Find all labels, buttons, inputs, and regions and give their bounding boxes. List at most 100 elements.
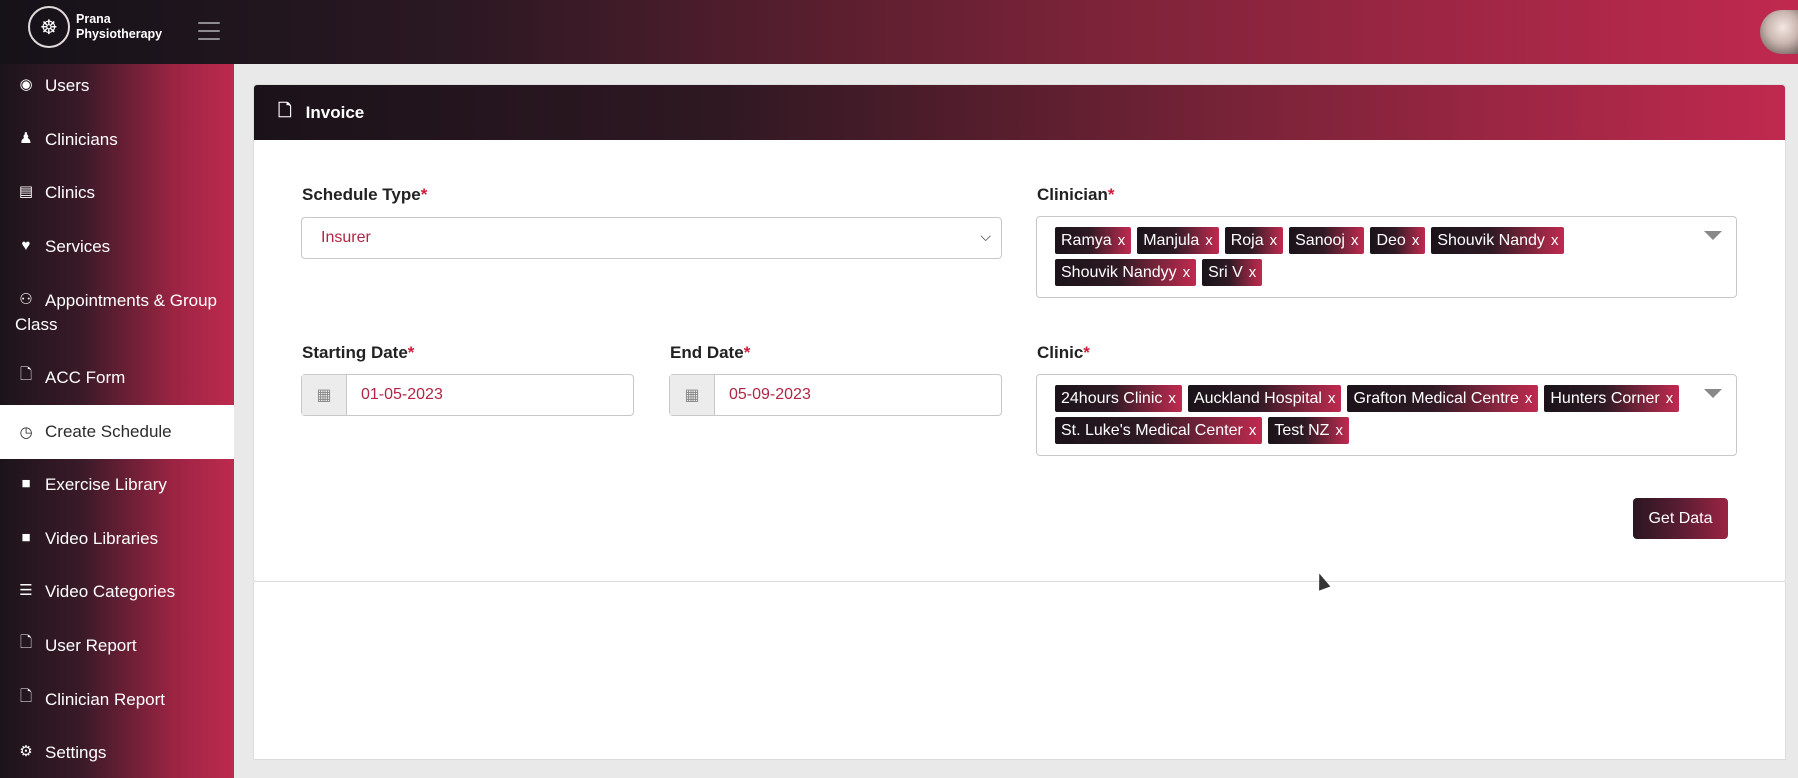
starting-date-label: Starting Date* [302,343,414,363]
starting-date-label-text: Starting Date [302,343,408,362]
sidebar-item-label: User Report [45,636,137,655]
clinician-tag-list: Ramya x Manjula x Roja x Sanooj x Deo x Shouvik Na… [1055,227,1696,286]
sidebar-item-video-libraries[interactable]: ■ Video Libraries [0,527,234,569]
schedule-type-label: Schedule Type* [302,185,427,205]
sidebar-item-clinicians[interactable]: ♟ Clinicians [0,128,234,170]
selected-tag: Roja x [1224,227,1284,254]
clinic-label-text: Clinic [1037,343,1084,362]
tag-label: Auckland Hospital [1193,389,1322,407]
clinic-multiselect[interactable]: 24hours Clinic x Auckland Hospital x Grafton… [1036,374,1737,456]
clinic-label: Clinic* [1037,343,1090,363]
tag-label: Test NZ [1274,421,1330,439]
remove-tag-icon[interactable]: x [1118,232,1126,249]
selected-tag: Deo x [1370,227,1426,254]
remove-tag-icon[interactable]: x [1328,390,1336,407]
tag-label: Deo [1376,231,1406,249]
list-icon: ☰ [19,582,33,599]
dropdown-arrow-icon[interactable] [1704,231,1722,240]
sidebar-item-label: Clinicians [45,130,118,149]
selected-tag: Test NZ x [1268,417,1349,444]
file-icon: 🗋 [19,633,33,651]
sidebar-item-label: Services [45,237,111,256]
sidebar-item-clinics[interactable]: ▤ Clinics [0,181,234,223]
remove-tag-icon[interactable]: x [1270,232,1278,249]
clinician-multiselect[interactable]: Ramya x Manjula x Roja x Sanooj x Deo x Shouvik Na… [1036,216,1737,298]
starting-date-input[interactable]: ▦ 01-05-2023 [301,374,634,416]
video-icon: ■ [21,528,31,546]
remove-tag-icon[interactable]: x [1168,390,1176,407]
sidebar-item-exercise-library[interactable]: ■ Exercise Library [0,473,234,515]
sidebar-item-label: Settings [45,743,107,762]
remove-tag-icon[interactable]: x [1666,390,1674,407]
user-avatar[interactable] [1760,10,1798,54]
user-doctor-icon: ♟ [19,130,33,147]
end-date-input[interactable]: ▦ 05-09-2023 [669,374,1002,416]
selected-tag: Shouvik Nandy x [1431,227,1565,254]
sidebar-item-appointments[interactable]: ⚇ Appointments & Group Class [0,289,234,349]
gear-icon: ⚙ [19,743,33,760]
clinic-tag-list: 24hours Clinic x Auckland Hospital x Grafton… [1055,385,1696,444]
sidebar-item-label: Video Categories [45,582,176,601]
selected-tag: Manjula x [1137,227,1219,254]
remove-tag-icon[interactable]: x [1335,422,1343,439]
building-icon: ▤ [18,183,34,200]
sidebar-item-create-schedule[interactable]: ◷ Create Schedule [0,405,234,459]
sidebar-item-settings[interactable]: ⚙ Settings [0,741,234,778]
end-date-label-text: End Date [670,343,744,362]
selected-tag: Sri V x [1202,259,1263,286]
clinician-label: Clinician* [1037,185,1114,205]
remove-tag-icon[interactable]: x [1249,264,1257,281]
tag-label: Sanooj [1295,231,1345,249]
remove-tag-icon[interactable]: x [1351,232,1359,249]
required-marker: * [407,343,415,362]
tag-label: Grafton Medical Centre [1353,389,1519,407]
menu-toggle-icon[interactable] [198,22,220,40]
selected-tag: 24hours Clinic x [1055,385,1182,412]
clinician-label-text: Clinician [1037,185,1108,204]
file-icon: 🗋 [19,365,33,383]
dropdown-arrow-icon[interactable] [1704,389,1722,398]
remove-tag-icon[interactable]: x [1249,422,1257,439]
brand-logo[interactable]: ☸ Prana Physiotherapy [28,6,162,48]
sidebar-item-clinician-report[interactable]: 🗋 Clinician Report [0,688,234,730]
sidebar-item-acc-form[interactable]: 🗋 ACC Form [0,366,234,408]
sidebar-item-users[interactable]: ◉ Users [0,74,234,116]
sidebar-item-label: Exercise Library [45,475,167,494]
selected-tag: Auckland Hospital x [1187,385,1342,412]
top-navbar: ☸ Prana Physiotherapy [0,0,1798,64]
selected-tag: St. Luke's Medical Center x [1055,417,1263,444]
card-header: 🗋 Invoice [254,85,1785,140]
selected-tag: Sanooj x [1289,227,1365,254]
tag-label: Shouvik Nandy [1437,231,1545,249]
schedule-type-label-text: Schedule Type [302,185,421,204]
remove-tag-icon[interactable]: x [1205,232,1213,249]
selected-tag: Hunters Corner x [1544,385,1680,412]
sidebar-item-video-categories[interactable]: ☰ Video Categories [0,580,234,622]
tag-label: Hunters Corner [1550,389,1660,407]
remove-tag-icon[interactable]: x [1183,264,1191,281]
sidebar-item-user-report[interactable]: 🗋 User Report [0,634,234,676]
tag-label: 24hours Clinic [1061,389,1163,407]
brand-name-line1: Prana [76,12,111,26]
file-icon: 🗋 [278,101,292,120]
calendar-icon: ▦ [670,375,715,415]
remove-tag-icon[interactable]: x [1525,390,1533,407]
sidebar: ◉ Users ♟ Clinicians ▤ Clinics ♥ Service… [0,64,234,778]
chevron-down-icon: ⌵ [980,228,991,244]
invoice-card: 🗋 Invoice [253,84,1786,582]
logo-emblem-icon: ☸ [28,6,70,48]
tag-label: St. Luke's Medical Center [1061,421,1243,439]
tag-label: Ramya [1061,231,1112,249]
schedule-type-select[interactable]: Insurer ⌵ [301,217,1002,259]
sidebar-item-label: Clinician Report [45,690,165,709]
user-circle-icon: ◉ [19,76,33,93]
remove-tag-icon[interactable]: x [1412,232,1420,249]
brand-name: Prana Physiotherapy [76,12,162,42]
get-data-button[interactable]: Get Data [1633,498,1728,539]
selected-tag: Shouvik Nandyy x [1055,259,1197,286]
remove-tag-icon[interactable]: x [1551,232,1559,249]
sidebar-item-services[interactable]: ♥ Services [0,235,234,277]
sidebar-item-label: Video Libraries [45,529,159,548]
card-title: Invoice [305,102,365,122]
required-marker: * [1107,185,1115,204]
